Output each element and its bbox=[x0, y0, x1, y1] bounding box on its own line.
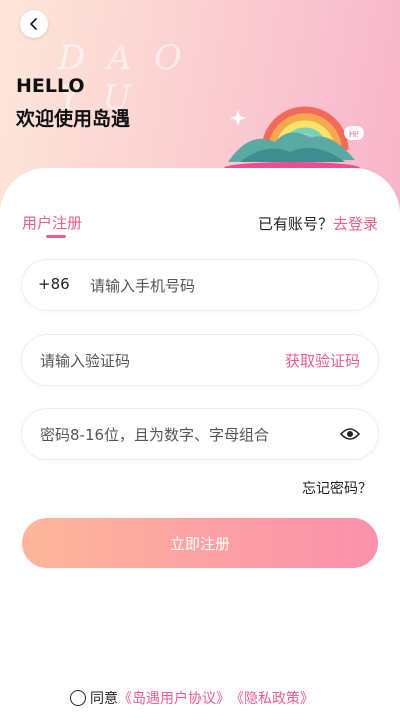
privacy-policy-link[interactable]: 《隐私政策》 bbox=[230, 688, 314, 708]
tab-register[interactable]: 用户注册 bbox=[22, 212, 82, 233]
phone-input[interactable]: 请输入手机号码 bbox=[90, 275, 195, 296]
agree-radio[interactable] bbox=[70, 690, 86, 706]
phone-field[interactable]: +86 请输入手机号码 bbox=[22, 260, 378, 310]
code-input[interactable]: 请输入验证码 bbox=[40, 350, 130, 371]
forgot-password-link[interactable]: 忘记密码？ bbox=[302, 478, 372, 498]
has-account-label: 已有账号？ bbox=[257, 215, 333, 233]
password-input[interactable]: 密码8-16位，且为数字、字母组合 bbox=[40, 424, 269, 445]
hello-heading: HELLO bbox=[16, 75, 85, 97]
login-prompt: 已有账号？去登录 bbox=[258, 213, 378, 234]
svg-text:Hi!: Hi! bbox=[349, 130, 359, 139]
user-agreement-link[interactable]: 《岛遇用户协议》 bbox=[118, 688, 230, 708]
code-field[interactable]: 请输入验证码 获取验证码 bbox=[22, 335, 378, 385]
phone-prefix[interactable]: +86 bbox=[38, 275, 70, 293]
password-field[interactable]: 密码8-16位，且为数字、字母组合 bbox=[22, 409, 378, 459]
tab-indicator bbox=[46, 235, 66, 238]
back-button[interactable] bbox=[20, 10, 48, 38]
register-button[interactable]: 立即注册 bbox=[22, 518, 378, 568]
agreement-row: 同意 《岛遇用户协议》 《隐私政策》 bbox=[70, 688, 314, 708]
welcome-heading: 欢迎使用岛遇 bbox=[16, 108, 131, 130]
get-code-button[interactable]: 获取验证码 bbox=[285, 350, 360, 371]
eye-icon[interactable] bbox=[340, 426, 360, 442]
agree-prefix: 同意 bbox=[90, 691, 118, 707]
chevron-left-icon bbox=[30, 18, 37, 30]
login-link[interactable]: 去登录 bbox=[333, 215, 378, 233]
watermark-text: DAO YU bbox=[58, 38, 204, 118]
